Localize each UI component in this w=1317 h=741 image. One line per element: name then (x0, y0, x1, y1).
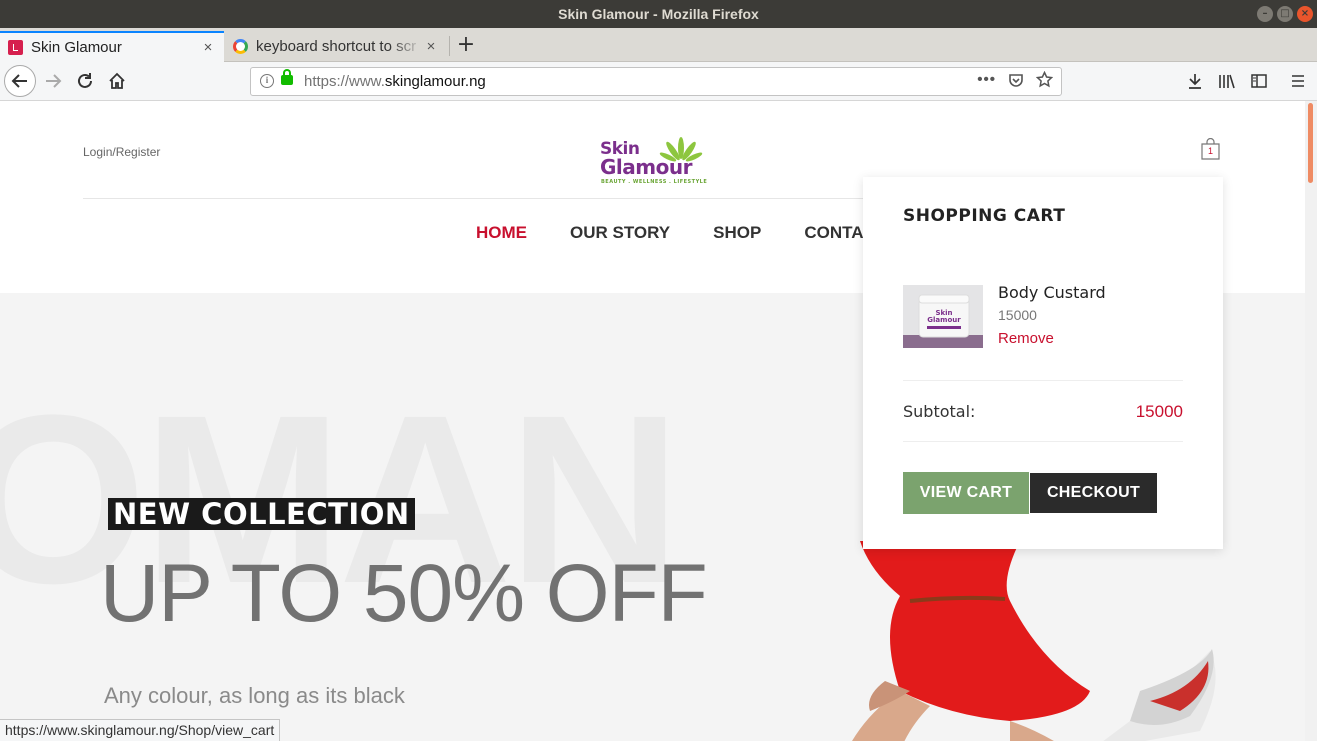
hamburger-menu-icon (1292, 75, 1304, 87)
pocket-icon[interactable] (1008, 72, 1024, 88)
bookmark-star-icon[interactable] (1036, 71, 1053, 88)
shopping-bag-button[interactable]: 1 (1200, 137, 1221, 160)
close-tab-icon[interactable]: × (200, 39, 216, 56)
page-actions-icon[interactable]: ••• (977, 71, 996, 88)
window-controls: – □ × (1257, 6, 1313, 22)
menu-button[interactable] (1288, 66, 1308, 96)
subtotal-value: 15000 (1135, 402, 1183, 421)
tab-label: keyboard shortcut to scr (256, 38, 417, 55)
tab-strip: Skin Glamour × keyboard shortcut to scr … (0, 28, 1317, 62)
home-icon (109, 72, 125, 89)
new-collection-badge: NEW COLLECTION (108, 498, 415, 530)
sidebar-button[interactable] (1248, 66, 1270, 96)
back-arrow-icon (11, 74, 27, 88)
logo-line2: Glamour (600, 155, 692, 179)
page-scrollbar[interactable] (1305, 101, 1317, 741)
close-tab-icon[interactable]: × (423, 38, 439, 55)
maximize-icon[interactable]: □ (1277, 6, 1293, 22)
url-host: skinglamour.ng (384, 73, 486, 90)
nav-home[interactable]: HOME (476, 223, 527, 243)
scrollbar-thumb[interactable] (1308, 103, 1313, 183)
reload-icon (78, 73, 92, 88)
logo-tagline: BEAUTY . WELLNESS . LIFESTYLE (601, 179, 708, 185)
main-navigation: HOME OUR STORY SHOP CONTACT (476, 223, 929, 243)
back-button[interactable] (4, 65, 36, 97)
forward-button[interactable] (38, 66, 68, 96)
home-button[interactable] (102, 66, 132, 96)
secure-lock-icon[interactable] (281, 69, 293, 85)
window-titlebar: Skin Glamour - Mozilla Firefox – □ × (0, 0, 1317, 28)
remove-item-link[interactable]: Remove (998, 330, 1054, 347)
checkout-button[interactable]: CHECKOUT (1030, 473, 1157, 513)
cart-divider (903, 380, 1183, 381)
cart-item-price: 15000 (998, 307, 1037, 323)
skin-glamour-logo[interactable]: Skin Glamour BEAUTY . WELLNESS . LIFESTY… (597, 137, 707, 189)
subtotal-label: Subtotal: (903, 402, 976, 421)
skin-glamour-favicon-icon (8, 40, 23, 55)
hero-subtext: Any colour, as long as its black (104, 683, 405, 708)
tab-label: Skin Glamour (31, 39, 122, 56)
close-window-icon[interactable]: × (1297, 6, 1313, 22)
web-page: OMAN Login/Register Skin Glamour BEAUTY … (0, 101, 1305, 741)
window-title: Skin Glamour - Mozilla Firefox (558, 6, 759, 22)
hero-heading: UP TO 50% OFF (100, 548, 708, 639)
cart-divider (903, 441, 1183, 442)
logo-wordmark: Skin Glamour (600, 141, 692, 179)
tab-skin-glamour[interactable]: Skin Glamour × (0, 31, 224, 62)
download-icon (1189, 74, 1201, 89)
tab-separator (449, 36, 450, 56)
cart-count-badge: 1 (1207, 146, 1213, 156)
view-cart-button[interactable]: VIEW CART (903, 472, 1029, 514)
nav-our-story[interactable]: OUR STORY (570, 223, 670, 243)
tab-keyboard-shortcut[interactable]: keyboard shortcut to scr × (225, 31, 447, 62)
url-bar[interactable]: i https://www.skinglamour.ng ••• (250, 67, 1062, 96)
site-info-icon[interactable]: i (260, 74, 274, 88)
google-favicon-icon (233, 39, 248, 54)
url-scheme: https://www. (304, 73, 385, 90)
downloads-button[interactable] (1184, 66, 1206, 96)
cart-title: SHOPPING CART (903, 206, 1066, 226)
library-icon (1219, 74, 1235, 89)
library-button[interactable] (1215, 66, 1239, 96)
reload-button[interactable] (70, 66, 100, 96)
forward-arrow-icon (46, 74, 62, 88)
cart-item-thumbnail[interactable]: Skin Glamour (903, 285, 983, 348)
new-tab-icon[interactable]: + (456, 31, 476, 59)
url-actions: ••• (977, 71, 1053, 88)
product-jar-image: Skin Glamour (903, 285, 983, 348)
nav-shop[interactable]: SHOP (713, 223, 761, 243)
minimize-icon[interactable]: – (1257, 6, 1273, 22)
svg-text:Glamour: Glamour (927, 316, 961, 324)
url-text[interactable]: https://www.skinglamour.ng (304, 73, 486, 90)
navigation-toolbar: i https://www.skinglamour.ng ••• (0, 62, 1317, 101)
sidebar-icon (1251, 74, 1267, 88)
status-bar-link-preview: https://www.skinglamour.ng/Shop/view_car… (0, 719, 281, 741)
cart-item-name[interactable]: Body Custard (998, 283, 1106, 302)
login-register-link[interactable]: Login/Register (83, 145, 160, 159)
shopping-cart-dropdown: SHOPPING CART Skin Glamour Body Custard … (863, 177, 1223, 549)
hero-model-image (852, 541, 1216, 741)
